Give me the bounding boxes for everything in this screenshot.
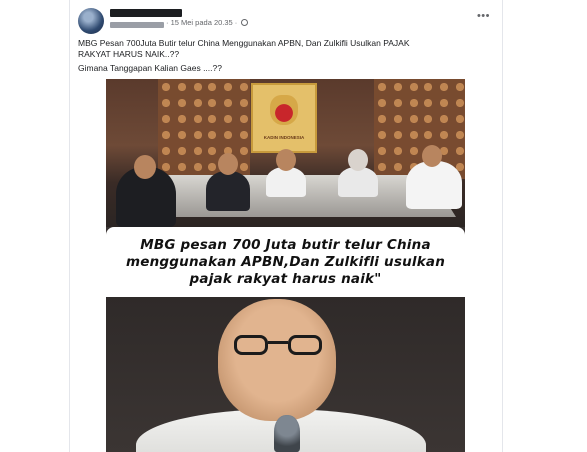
person-silhouette xyxy=(406,161,462,209)
facebook-post-card: · 15 Mei pada 20.35 · ••• MBG Pesan 700J… xyxy=(70,0,502,452)
caption-line-2: Gimana Tanggapan Kalian Gaes ....?? xyxy=(78,63,222,73)
person-silhouette xyxy=(206,171,250,211)
person-head xyxy=(348,149,368,171)
microphone xyxy=(274,415,300,452)
meeting-room-photo: KADIN INDONESIA xyxy=(106,79,465,227)
author-subtitle-redacted xyxy=(110,22,164,28)
emblem-text: KADIN INDONESIA xyxy=(263,135,305,140)
emblem-icon xyxy=(270,95,298,125)
glasses-bridge xyxy=(268,341,288,344)
person-head xyxy=(134,155,156,179)
headline-line-2: menggunakan APBN,Dan Zulkifli usulkan xyxy=(125,253,446,270)
wall-panel xyxy=(158,79,204,179)
caption-line-1: MBG Pesan 700Juta Butir telur China Meng… xyxy=(78,38,410,59)
person-head xyxy=(218,153,238,175)
speaker-glasses xyxy=(234,335,322,357)
headline-line-1: MBG pesan 700 Juta butir telur China xyxy=(140,236,431,253)
person-silhouette xyxy=(266,167,306,197)
person-silhouette xyxy=(338,167,378,197)
post-meta: · 15 Mei pada 20.35 · xyxy=(166,18,249,27)
author-name-redacted[interactable] xyxy=(110,9,182,17)
more-options-icon[interactable]: ••• xyxy=(477,10,490,22)
person-head xyxy=(422,145,442,167)
person-head xyxy=(276,149,296,171)
glasses-lens xyxy=(288,335,322,355)
glasses-lens xyxy=(234,335,268,355)
headline-overlay: MBG pesan 700 Juta butir telur China men… xyxy=(106,227,465,297)
author-avatar[interactable] xyxy=(78,8,104,34)
wall-panel xyxy=(374,79,420,179)
globe-icon xyxy=(241,19,249,26)
post-caption: MBG Pesan 700Juta Butir telur China Meng… xyxy=(78,38,438,77)
headline-line-3: pajak rakyat harus naik" xyxy=(189,270,382,287)
kadin-emblem: KADIN INDONESIA xyxy=(251,83,317,153)
post-timestamp[interactable]: · 15 Mei pada 20.35 · xyxy=(166,18,237,27)
post-image[interactable]: KADIN INDONESIA MBG pesan 700 Juta butir… xyxy=(106,79,465,452)
speaker-face xyxy=(218,299,336,421)
speaker-photo xyxy=(106,297,465,452)
